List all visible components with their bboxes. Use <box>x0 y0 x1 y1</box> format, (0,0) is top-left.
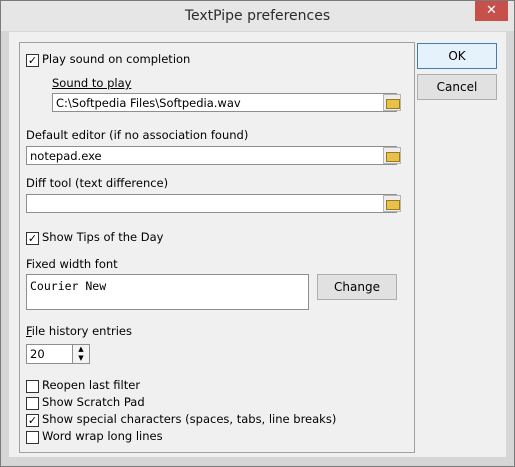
folder-open-icon <box>386 200 400 210</box>
default-editor-field[interactable]: notepad.exe <box>26 146 397 165</box>
preferences-panel: ✓ Play sound on completion Sound to play… <box>19 42 415 453</box>
folder-open-icon <box>386 99 400 109</box>
default-editor-label: Default editor (if no association found) <box>26 128 249 142</box>
sound-to-play-label: Sound to play <box>52 76 132 90</box>
cancel-button[interactable]: Cancel <box>417 74 497 100</box>
diff-tool-field[interactable] <box>26 194 397 213</box>
sound-file-field[interactable]: C:\Softpedia Files\Softpedia.wav <box>52 93 397 112</box>
diff-tool-label: Diff tool (text difference) <box>26 176 169 190</box>
show-scratch-pad-label: Show Scratch Pad <box>42 395 145 409</box>
fixed-width-font-label: Fixed width font <box>26 257 118 271</box>
diff-browse-button[interactable] <box>383 195 401 212</box>
reopen-last-filter-checkbox[interactable] <box>26 380 39 393</box>
show-special-characters-checkbox[interactable]: ✓ <box>26 414 39 427</box>
folder-open-icon <box>386 152 400 162</box>
spin-arrows-icon[interactable]: ▲ ▼ <box>72 345 89 363</box>
window-title: TextPipe preferences <box>184 8 331 24</box>
close-button[interactable]: ✕ <box>475 1 508 21</box>
show-scratch-pad-checkbox[interactable] <box>26 397 39 410</box>
word-wrap-label: Word wrap long lines <box>42 429 163 443</box>
title-bar: TextPipe preferences ✕ <box>1 1 514 31</box>
editor-browse-button[interactable] <box>383 147 401 164</box>
show-special-characters-label: Show special characters (spaces, tabs, l… <box>42 412 337 426</box>
show-tips-checkbox[interactable]: ✓ <box>26 232 39 245</box>
font-preview-box: Courier New <box>26 274 309 310</box>
ok-button[interactable]: OK <box>417 43 497 69</box>
dialog-body: ✓ Play sound on completion Sound to play… <box>9 32 506 457</box>
file-history-value: 20 <box>30 347 45 361</box>
preferences-window: TextPipe preferences ✕ ✓ Play sound on c… <box>0 0 515 467</box>
show-tips-label: Show Tips of the Day <box>42 230 164 244</box>
file-history-label: File history entries <box>26 324 132 338</box>
change-font-button[interactable]: Change <box>317 274 397 300</box>
sound-browse-button[interactable] <box>383 94 401 111</box>
file-history-spinner[interactable]: 20 ▲ ▼ <box>26 344 90 364</box>
reopen-last-filter-label: Reopen last filter <box>42 378 141 392</box>
play-sound-label: Play sound on completion <box>42 52 191 66</box>
word-wrap-checkbox[interactable] <box>26 431 39 444</box>
play-sound-checkbox[interactable]: ✓ <box>26 54 39 67</box>
